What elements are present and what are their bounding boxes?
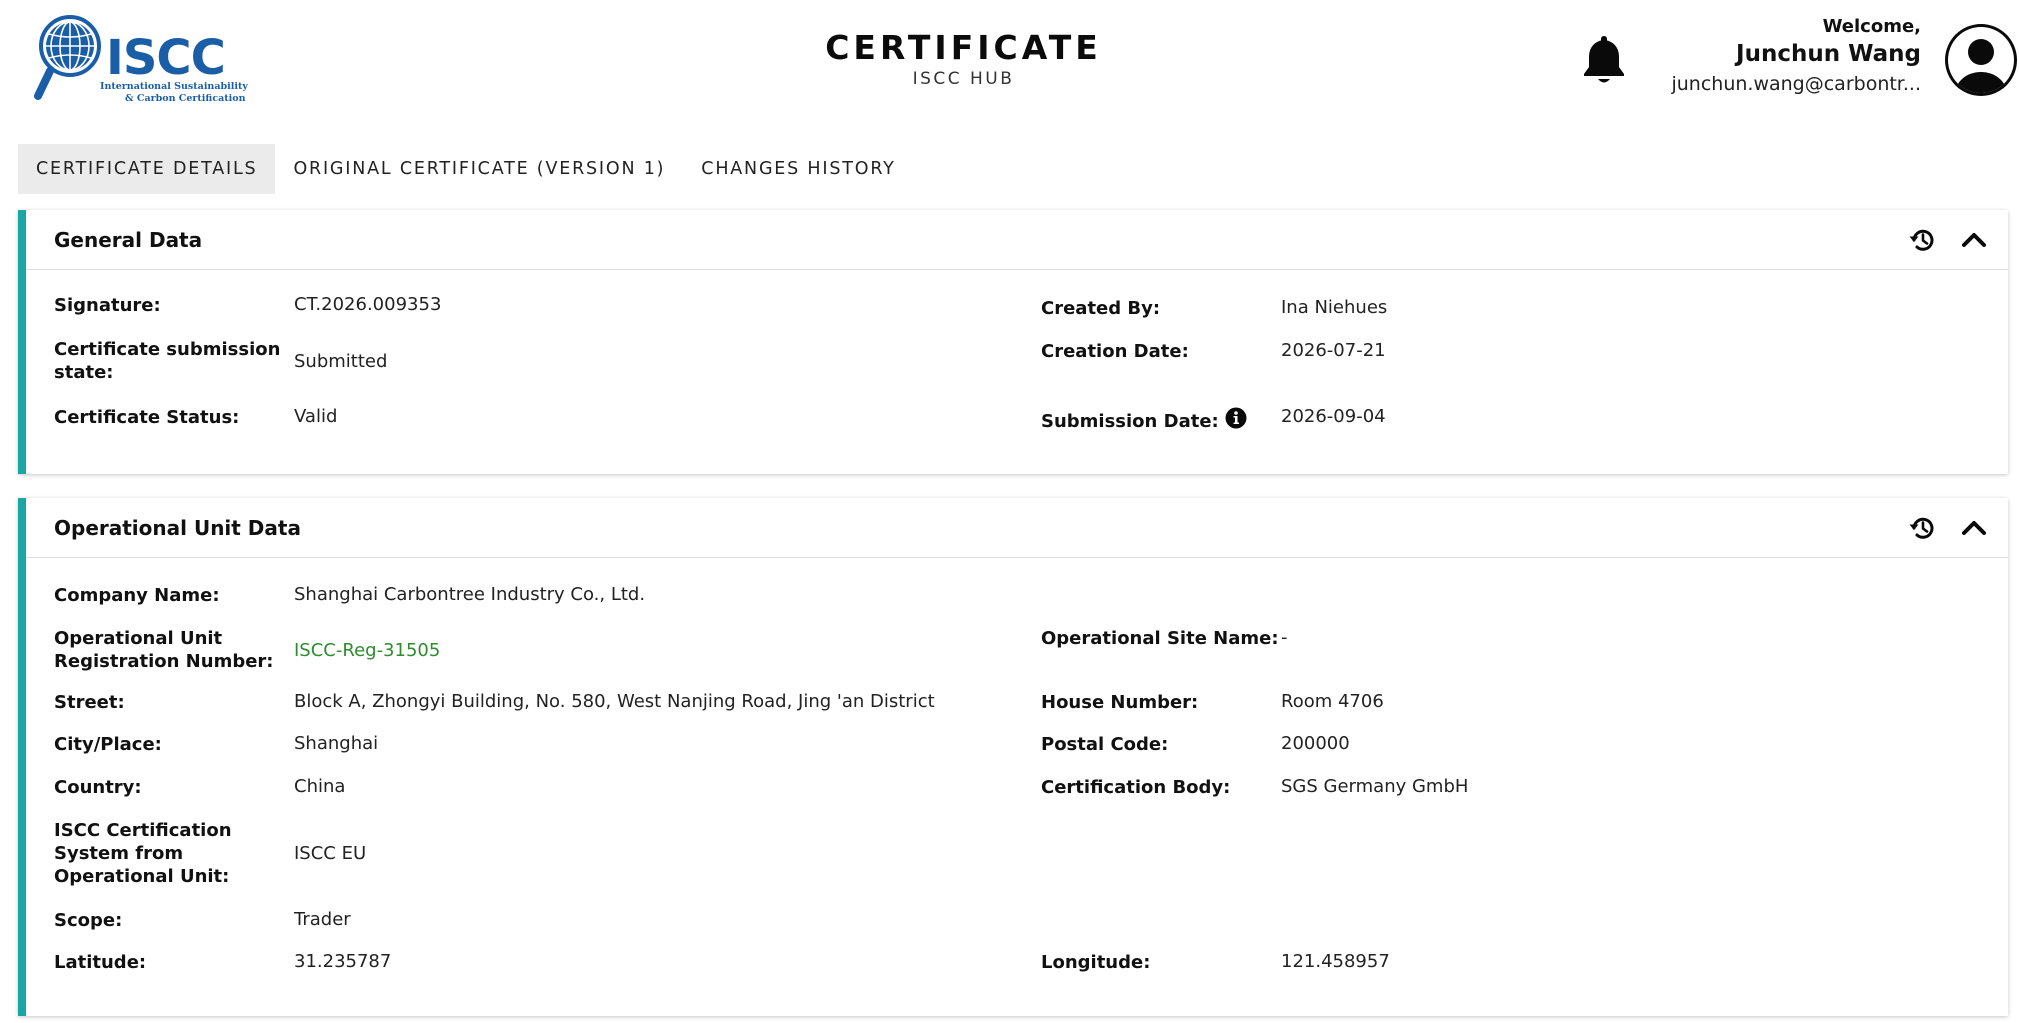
tab-changes-history[interactable]: CHANGES HISTORY xyxy=(683,144,913,194)
user-name: Junchun Wang xyxy=(1736,41,1921,67)
profile-button[interactable] xyxy=(1943,22,2019,98)
operational-unit-title: Operational Unit Data xyxy=(54,516,301,540)
created-by-label: Created By: xyxy=(1041,298,1161,319)
submission-date-label: Submission Date: xyxy=(1041,411,1219,432)
created-by-value: Ina Niehues xyxy=(1281,297,1388,318)
country-value: China xyxy=(294,776,346,797)
site-name-value: - xyxy=(1281,627,1288,648)
creation-date-value: 2026-07-21 xyxy=(1281,340,1386,361)
tab-certificate-details[interactable]: CERTIFICATE DETAILS xyxy=(18,144,276,194)
certification-body-label: Certification Body: xyxy=(1041,777,1231,798)
operational-unit-collapse-button[interactable] xyxy=(1960,514,1988,542)
history-icon xyxy=(1909,229,1934,251)
postal-code-label: Postal Code: xyxy=(1041,734,1169,755)
general-data-card: General Data Signature: CT.2026.009353 C… xyxy=(18,210,2008,474)
chevron-up-icon xyxy=(1962,521,1986,535)
operational-unit-history-button[interactable] xyxy=(1908,514,1936,542)
house-number-label: House Number: xyxy=(1041,692,1199,713)
longitude-value: 121.458957 xyxy=(1281,951,1390,972)
creation-date-label: Creation Date: xyxy=(1041,341,1189,362)
general-data-title: General Data xyxy=(54,228,203,252)
submission-date-info-button[interactable] xyxy=(1225,407,1247,435)
app-header: ISCC International Sustainability & Carb… xyxy=(0,0,2019,130)
certification-body-value: SGS Germany GmbH xyxy=(1281,776,1469,797)
operational-unit-header: Operational Unit Data xyxy=(26,498,2008,558)
scope-value: Trader xyxy=(294,909,351,930)
chevron-up-icon xyxy=(1962,233,1986,247)
scope-label: Scope: xyxy=(54,910,123,931)
submission-state-value: Submitted xyxy=(294,351,388,372)
user-avatar-icon xyxy=(1945,24,2017,96)
longitude-label: Longitude: xyxy=(1041,952,1151,973)
city-label: City/Place: xyxy=(54,734,162,755)
company-name-label: Company Name: xyxy=(54,585,220,606)
street-label: Street: xyxy=(54,692,125,713)
registration-number-label: Operational Unit Registration Number: xyxy=(54,628,274,672)
certificate-status-value: Valid xyxy=(294,406,338,427)
house-number-value: Room 4706 xyxy=(1281,691,1384,712)
info-icon xyxy=(1225,407,1247,429)
postal-code-value: 200000 xyxy=(1281,733,1350,754)
submission-date-label-wrap: Submission Date: xyxy=(1041,407,1281,435)
tab-original-certificate[interactable]: ORIGINAL CERTIFICATE (VERSION 1) xyxy=(275,144,683,194)
user-info: Welcome, Junchun Wang junchun.wang@carbo… xyxy=(1561,16,1921,95)
user-email: junchun.wang@carbontr... xyxy=(1671,73,1921,95)
street-value: Block A, Zhongyi Building, No. 580, West… xyxy=(294,691,935,712)
company-name-value: Shanghai Carbontree Industry Co., Ltd. xyxy=(294,584,646,605)
city-value: Shanghai xyxy=(294,733,379,754)
welcome-text: Welcome, xyxy=(1822,16,1921,37)
general-data-header: General Data xyxy=(26,210,2008,270)
history-icon xyxy=(1909,517,1934,539)
latitude-label: Latitude: xyxy=(54,952,147,973)
general-data-history-button[interactable] xyxy=(1908,226,1936,254)
certification-system-label: ISCC Certification System from Operation… xyxy=(54,820,232,887)
general-data-collapse-button[interactable] xyxy=(1960,226,1988,254)
signature-label: Signature: xyxy=(54,295,161,316)
logo-tagline-2: & Carbon Certification xyxy=(125,93,246,104)
country-label: Country: xyxy=(54,777,142,798)
certificate-status-label: Certificate Status: xyxy=(54,407,240,428)
site-name-label: Operational Site Name: xyxy=(1041,628,1279,649)
submission-state-label: Certificate submission state: xyxy=(54,339,281,383)
latitude-value: 31.235787 xyxy=(294,951,392,972)
certificate-tabs: CERTIFICATE DETAILS ORIGINAL CERTIFICATE… xyxy=(18,144,914,194)
certification-system-value: ISCC EU xyxy=(294,843,367,864)
submission-date-value: 2026-09-04 xyxy=(1281,406,1386,427)
operational-unit-card: Operational Unit Data Company Name: Shan… xyxy=(18,498,2008,1016)
registration-number-link[interactable]: ISCC-Reg-31505 xyxy=(294,640,440,661)
signature-value: CT.2026.009353 xyxy=(294,294,442,315)
